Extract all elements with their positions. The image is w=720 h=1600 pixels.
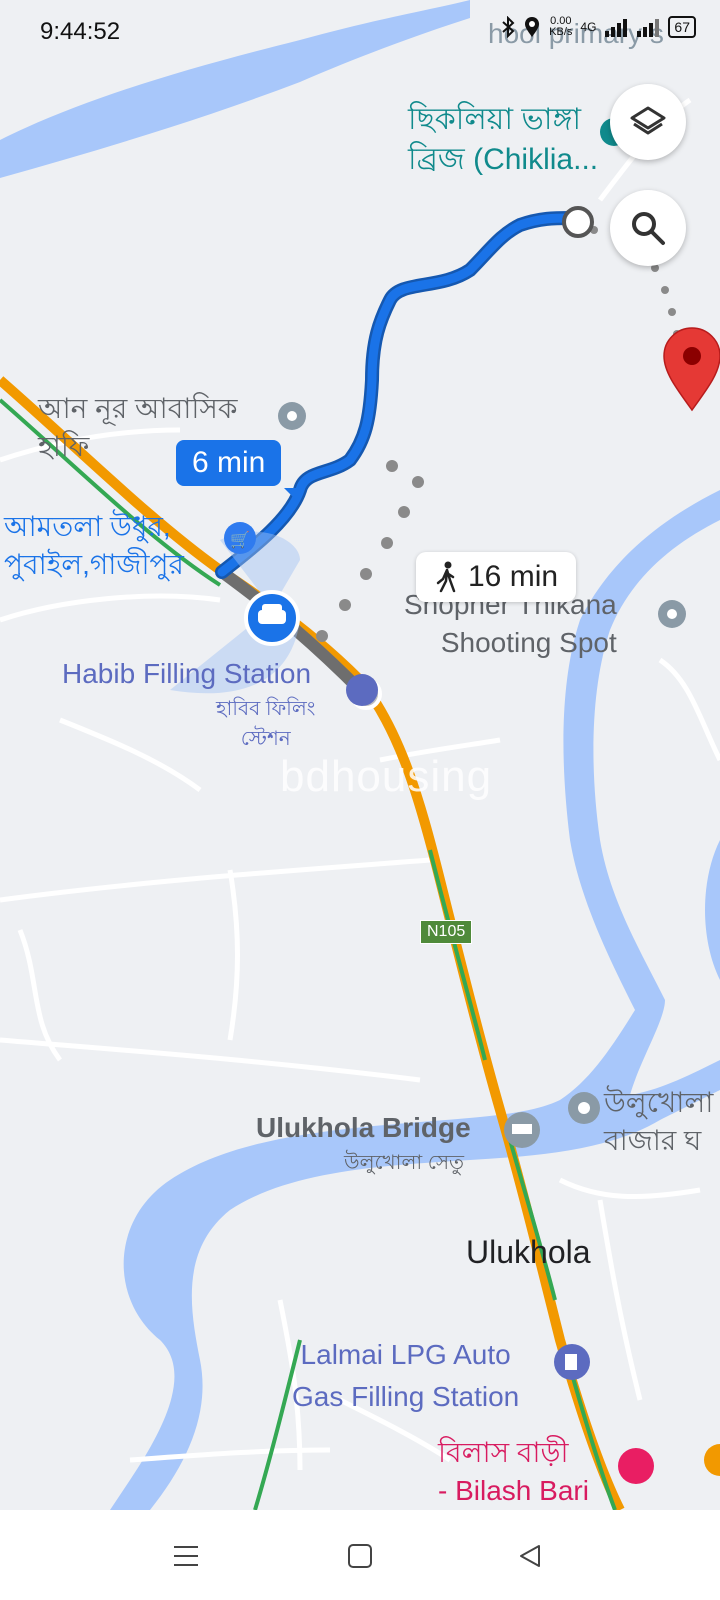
drive-time-chip[interactable]: 6 min — [176, 440, 282, 486]
status-time: 9:44:52 — [40, 18, 121, 45]
poi-pin-lalmai — [554, 1344, 590, 1380]
place-label-ulukhola-bridge-en[interactable]: Ulukhola Bridge — [256, 1112, 471, 1144]
back-icon — [520, 1545, 540, 1567]
place-label-amtola[interactable]: আমতলা উধুর, পুবাইল,গাজীপুর — [4, 508, 184, 584]
poi-pin-bazar — [568, 1092, 600, 1124]
search-button[interactable] — [610, 190, 686, 266]
status-icons: 0.00 KB/s 4G 67 — [501, 16, 696, 38]
status-bar: 9:44:52 0.00 KB/s 4G 67 — [0, 0, 720, 64]
place-label-habib-en[interactable]: Habib Filling Station — [62, 658, 311, 690]
route-end-dot — [562, 206, 594, 238]
layers-button[interactable] — [610, 84, 686, 160]
place-label-habib-bn: হাবিব ফিলিং স্টেশন — [216, 698, 316, 750]
poi-pin-amtola: 🛒 — [224, 522, 256, 554]
back-button[interactable] — [506, 1532, 554, 1580]
home-button[interactable] — [336, 1532, 384, 1580]
signal-icon — [605, 19, 628, 37]
location-icon — [525, 17, 540, 37]
layers-icon — [630, 106, 666, 135]
poi-pin-habib — [346, 674, 378, 706]
net-speed-unit: KB/s — [549, 26, 573, 38]
battery-icon: 67 — [668, 16, 696, 38]
place-label-ulukhola-bridge-bn: উলুখোলা সেতু — [344, 1152, 465, 1174]
drive-time-text: 6 min — [192, 446, 266, 479]
net-speed: 0.00 KB/s — [549, 16, 572, 38]
walk-time-chip[interactable]: 16 min — [416, 552, 577, 602]
poi-pin-shopner — [658, 600, 686, 628]
place-label-lalmai[interactable]: Lalmai LPG Auto Gas Filling Station — [292, 1334, 519, 1418]
svg-text:🛒: 🛒 — [230, 530, 250, 549]
poi-pin-bilash — [618, 1448, 654, 1484]
poi-pin-bridge — [504, 1112, 540, 1148]
place-label-chiklia[interactable]: ছিকলিয়া ভাঙ্গা ব্রিজ (Chiklia... — [408, 100, 598, 180]
poi-pin-an-nur — [278, 402, 306, 430]
system-nav-bar — [0, 1510, 720, 1600]
place-label-chiklia-text: ছিকলিয়া ভাঙ্গা ব্রিজ (Chiklia... — [408, 103, 599, 176]
place-label-bilash[interactable]: বিলাস বাড়ী - Bilash Bari — [438, 1434, 589, 1510]
signal-icon-2 — [637, 19, 660, 37]
road-shield-n105: N105 — [420, 920, 473, 944]
network-type: 4G — [580, 20, 597, 34]
place-label-ulukhola-bazar[interactable]: উলুখোলা বাজার ঘ — [604, 1084, 713, 1160]
car-icon — [244, 590, 300, 646]
menu-icon — [174, 1546, 198, 1566]
walk-time-text: 16 min — [468, 560, 559, 593]
home-icon — [348, 1544, 372, 1568]
drive-chip-pointer — [284, 488, 304, 502]
walking-person-icon — [436, 561, 456, 593]
menu-button[interactable] — [162, 1532, 210, 1580]
bluetooth-icon — [502, 16, 515, 38]
place-label-ulukhola[interactable]: Ulukhola — [466, 1234, 591, 1271]
search-icon — [632, 212, 665, 245]
battery-level: 67 — [674, 19, 690, 35]
watermark: bdhousing — [280, 752, 493, 801]
